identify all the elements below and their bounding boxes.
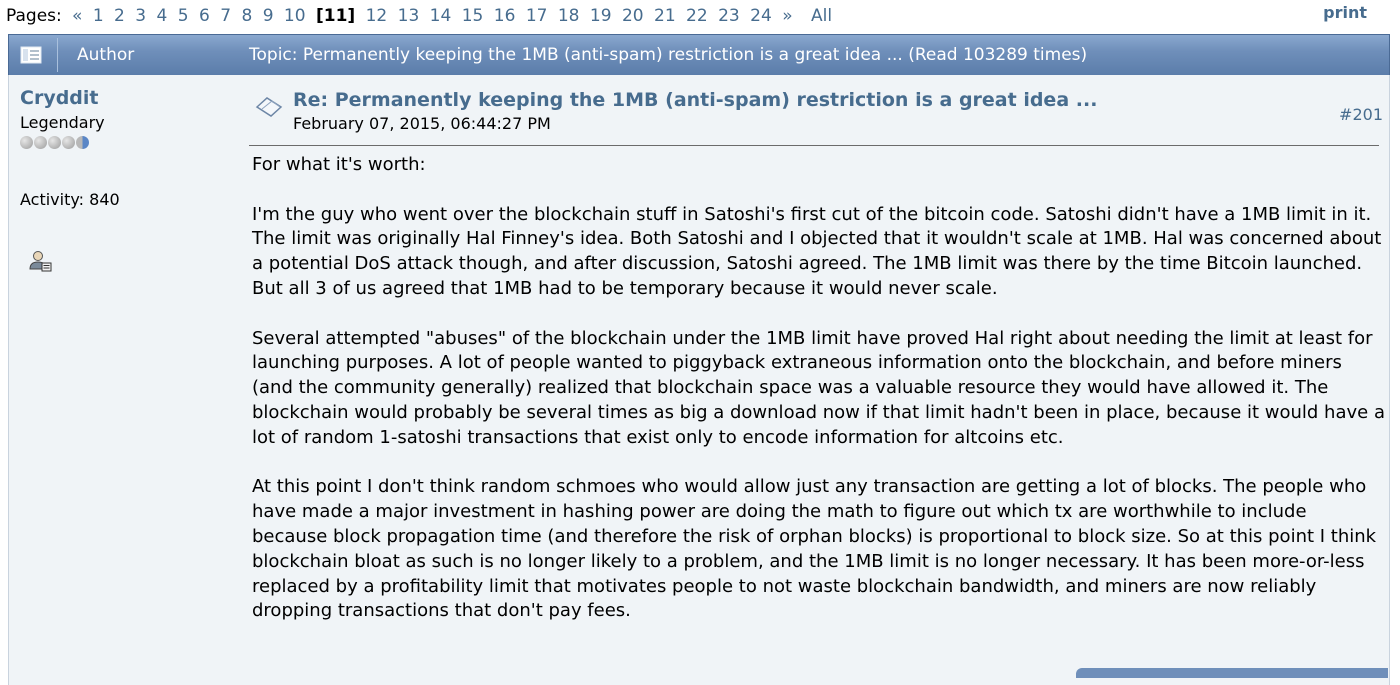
poster-info: Cryddit Legendary Activity: 840 — [20, 87, 220, 277]
next-post-header-bar — [1076, 668, 1388, 678]
page-link[interactable]: 19 — [590, 6, 612, 26]
page-link[interactable]: 17 — [526, 6, 548, 26]
topic-title: Topic: Permanently keeping the 1MB (anti… — [249, 45, 1088, 65]
pagination-bar: Pages: « 1 2 3 4 5 6 7 8 9 10 [11] 12 13… — [0, 0, 1400, 32]
page-link[interactable]: 20 — [622, 6, 644, 26]
post-header: Re: Permanently keeping the 1MB (anti-sp… — [249, 89, 1383, 146]
page-link[interactable]: 4 — [157, 6, 168, 26]
page-links: « 1 2 3 4 5 6 7 8 9 10 [11] 12 13 14 15 … — [72, 0, 837, 32]
page-link[interactable]: 8 — [241, 6, 252, 26]
topic-icon — [20, 46, 42, 64]
page-link[interactable]: 12 — [366, 6, 388, 26]
page-link[interactable]: 15 — [462, 6, 484, 26]
page-link[interactable]: 16 — [494, 6, 516, 26]
rank-star-icon — [62, 136, 75, 149]
rank-star-icon — [48, 136, 61, 149]
rank-star-icon — [20, 136, 33, 149]
author-column-label: Author — [77, 45, 135, 65]
header-divider — [57, 38, 58, 72]
rank-stars — [20, 134, 220, 150]
post-number-link[interactable]: #201 — [1339, 105, 1383, 124]
rank-star-half-icon — [76, 136, 89, 149]
rank-star-icon — [34, 136, 47, 149]
page-link[interactable]: 14 — [430, 6, 452, 26]
page-link[interactable]: 22 — [686, 6, 708, 26]
post-paragraph: I'm the guy who went over the blockchain… — [252, 203, 1382, 299]
poster-activity: Activity: 840 — [20, 190, 120, 209]
post-paragraph: At this point I don't think random schmo… — [252, 476, 1377, 622]
post-paragraph: Several attempted "abuses" of the blockc… — [252, 327, 1385, 448]
print-link[interactable]: print — [1323, 0, 1367, 29]
pages-label: Pages: — [6, 6, 62, 26]
post-subject-link[interactable]: Re: Permanently keeping the 1MB (anti-sp… — [293, 89, 1097, 111]
post-container: Cryddit Legendary Activity: 840 Re: Perm… — [8, 75, 1390, 685]
page-link[interactable]: 10 — [284, 6, 306, 26]
page-link[interactable]: 13 — [398, 6, 420, 26]
page-link[interactable]: 6 — [199, 6, 210, 26]
page-link[interactable]: 5 — [178, 6, 189, 26]
all-pages-link[interactable]: All — [811, 6, 832, 26]
prev-page-link[interactable]: « — [72, 6, 82, 26]
topic-header-bar: Author Topic: Permanently keeping the 1M… — [8, 34, 1390, 76]
post-body: For what it's worth: I'm the guy who wen… — [252, 153, 1387, 649]
page-link[interactable]: 3 — [135, 6, 146, 26]
message-icon — [255, 97, 283, 117]
page-link[interactable]: 24 — [750, 6, 772, 26]
page-link[interactable]: 2 — [114, 6, 125, 26]
page-link[interactable]: 21 — [654, 6, 676, 26]
post-date: February 07, 2015, 06:44:27 PM — [293, 114, 551, 133]
page-link[interactable]: 7 — [220, 6, 231, 26]
next-page-link[interactable]: » — [782, 6, 792, 26]
page-link[interactable]: 1 — [93, 6, 104, 26]
page-link[interactable]: 23 — [718, 6, 740, 26]
view-profile-icon[interactable] — [28, 249, 52, 273]
page-link[interactable]: 9 — [263, 6, 274, 26]
poster-rank: Legendary — [20, 113, 105, 132]
page-link[interactable]: 18 — [558, 6, 580, 26]
poster-name-link[interactable]: Cryddit — [20, 87, 99, 109]
current-page: [11] — [315, 6, 356, 26]
post-paragraph: For what it's worth: — [252, 154, 426, 175]
